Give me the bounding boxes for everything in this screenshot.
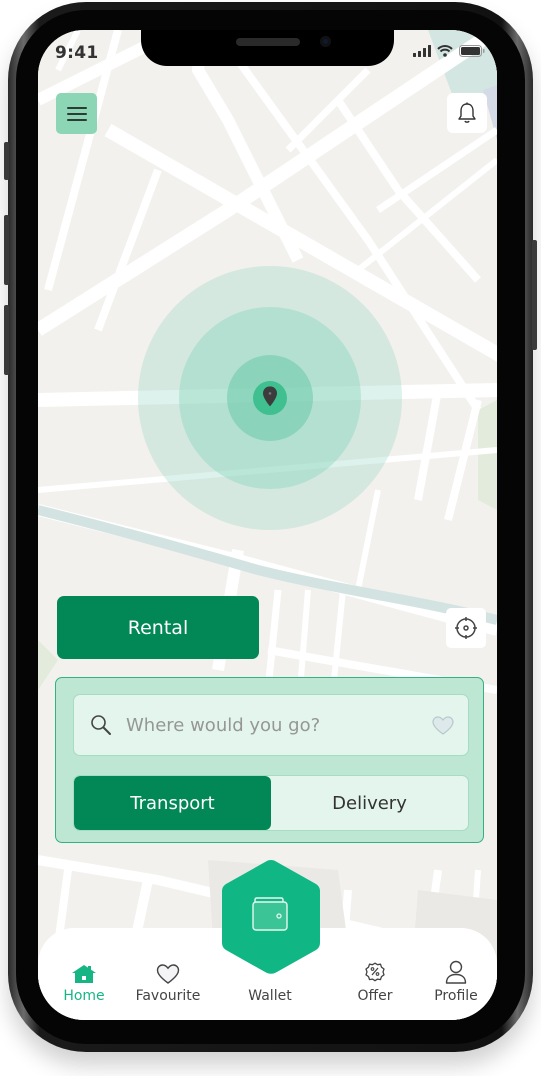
wallet-hex-button[interactable] <box>220 858 322 976</box>
app-screen: 9:41 Rental Where would you go? Transpor… <box>38 30 497 1020</box>
device-notch <box>141 30 394 66</box>
tab-wallet[interactable]: Wallet <box>225 984 315 1004</box>
menu-button[interactable] <box>56 93 97 134</box>
rental-button[interactable]: Rental <box>57 596 259 659</box>
wifi-icon <box>437 45 453 57</box>
mode-toggle: Transport Delivery <box>73 775 469 831</box>
status-icons <box>413 45 485 57</box>
side-button-mute <box>4 142 9 180</box>
crosshair-icon <box>455 617 477 639</box>
tab-wallet-label: Wallet <box>248 988 292 1004</box>
signal-icon <box>413 45 431 57</box>
tab-offer-label: Offer <box>357 988 393 1004</box>
wallet-icon <box>252 897 288 931</box>
speaker-grille <box>236 38 300 46</box>
tab-home-label: Home <box>63 988 105 1004</box>
heart-icon <box>156 964 180 984</box>
favorite-heart-icon[interactable] <box>432 715 454 735</box>
discount-badge-icon <box>365 962 385 982</box>
booking-panel: Transport Delivery <box>55 677 484 843</box>
locate-me-button[interactable] <box>446 608 486 648</box>
status-time: 9:41 <box>55 43 99 63</box>
search-icon <box>91 715 111 735</box>
front-camera <box>320 36 331 47</box>
side-button-volume-down <box>4 305 9 375</box>
tab-favourite[interactable]: Favourite <box>123 964 213 1004</box>
side-button-volume-up <box>4 215 9 285</box>
tab-home[interactable]: Home <box>39 964 129 1004</box>
side-button-power <box>532 240 537 350</box>
map-pin-icon[interactable] <box>263 386 277 407</box>
hamburger-icon <box>66 106 87 121</box>
mode-option-delivery[interactable]: Delivery <box>271 776 468 830</box>
search-bar[interactable] <box>73 694 469 756</box>
bell-icon <box>458 102 476 123</box>
search-input[interactable] <box>124 713 432 737</box>
mode-option-transport[interactable]: Transport <box>74 776 271 830</box>
home-icon <box>72 965 96 983</box>
battery-icon <box>459 45 485 57</box>
tab-favourite-label: Favourite <box>135 988 201 1004</box>
tab-profile-label: Profile <box>434 988 478 1004</box>
tab-offer[interactable]: Offer <box>330 960 420 1004</box>
tab-profile[interactable]: Profile <box>411 960 497 1004</box>
user-icon <box>445 960 467 984</box>
notification-button[interactable] <box>447 93 487 133</box>
